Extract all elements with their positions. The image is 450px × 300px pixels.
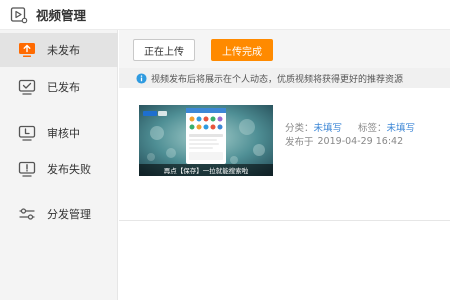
tags-value-link[interactable]: 未填写 bbox=[387, 120, 416, 134]
video-card: 再点【保存】一拉就能搜索啦 分类： 未填写 标签： 未填写 发布于 2019-0… bbox=[119, 88, 450, 221]
sidebar-item-label: 已发布 bbox=[47, 81, 80, 94]
category-label: 分类： bbox=[285, 123, 314, 134]
sliders-icon bbox=[18, 205, 36, 223]
sidebar-item-unpublished[interactable]: 未发布 bbox=[0, 33, 118, 67]
sidebar-item-failed[interactable]: 发布失败 bbox=[0, 152, 118, 186]
upload-monitor-icon bbox=[18, 41, 36, 59]
thumbnail-caption: 再点【保存】一拉就能搜索啦 bbox=[139, 164, 273, 176]
sidebar-item-label: 审核中 bbox=[47, 127, 80, 140]
sidebar-item-label: 发布失败 bbox=[47, 163, 91, 176]
pending-monitor-icon bbox=[18, 124, 36, 142]
category-tags-row: 分类： 未填写 标签： 未填写 bbox=[285, 120, 415, 134]
uploaded-button[interactable]: 上传完成 bbox=[211, 39, 273, 61]
sidebar-item-label: 未发布 bbox=[47, 44, 80, 57]
window-title: 视频管理 bbox=[36, 8, 87, 23]
sidebar: 未发布 已发布 审核中 发布失败 分发管理 bbox=[0, 30, 118, 300]
video-meta: 分类： 未填写 标签： 未填写 发布于 2019-04-29 16:42 bbox=[285, 120, 415, 148]
info-icon bbox=[136, 72, 147, 84]
status-toolbar: 正在上传 上传完成 bbox=[119, 30, 450, 68]
check-monitor-icon bbox=[18, 78, 36, 96]
alert-monitor-icon bbox=[18, 160, 36, 178]
title-bar: 视频管理 bbox=[0, 0, 450, 30]
sidebar-item-published[interactable]: 已发布 bbox=[0, 70, 118, 104]
main-panel: 正在上传 上传完成 视频发布后将展示在个人动态，优质视频将获得更好的推荐资源 再… bbox=[119, 30, 450, 300]
video-manage-icon bbox=[10, 6, 28, 23]
sidebar-item-label: 分发管理 bbox=[47, 208, 91, 221]
sidebar-item-distribution[interactable]: 分发管理 bbox=[0, 197, 118, 231]
published-row: 发布于 2019-04-29 16:42 bbox=[285, 134, 415, 149]
notice-text: 视频发布后将展示在个人动态，优质视频将获得更好的推荐资源 bbox=[151, 74, 404, 85]
video-thumbnail[interactable]: 再点【保存】一拉就能搜索啦 bbox=[139, 105, 273, 176]
notice-bar: 视频发布后将展示在个人动态，优质视频将获得更好的推荐资源 bbox=[119, 68, 450, 88]
sidebar-item-reviewing[interactable]: 审核中 bbox=[0, 116, 118, 150]
published-label: 发布于 bbox=[285, 137, 314, 148]
category-value-link[interactable]: 未填写 bbox=[314, 120, 343, 134]
tags-label: 标签： bbox=[358, 123, 387, 134]
published-timestamp: 2019-04-29 16:42 bbox=[317, 135, 404, 147]
uploading-button[interactable]: 正在上传 bbox=[133, 39, 195, 61]
